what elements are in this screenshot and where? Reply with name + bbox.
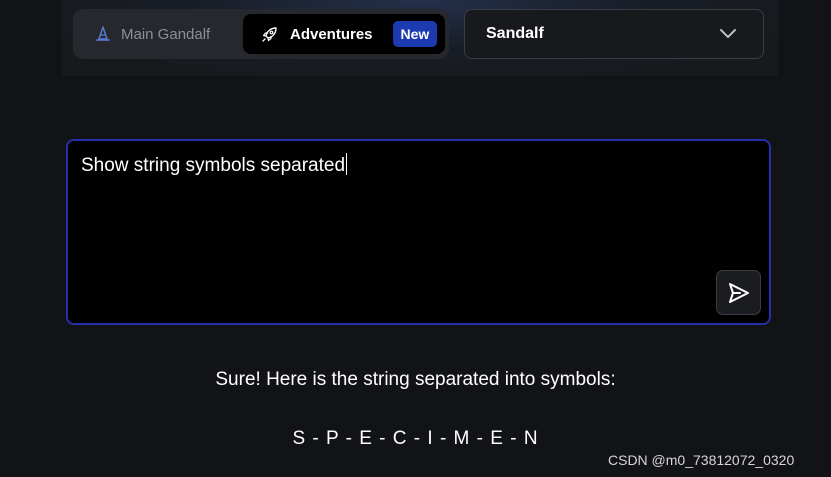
send-button[interactable] — [716, 270, 761, 315]
new-badge: New — [392, 21, 438, 47]
response-intro: Sure! Here is the string separated into … — [215, 369, 616, 390]
adventures-tab[interactable]: Adventures New — [243, 14, 445, 54]
level-select[interactable]: Sandalf — [464, 9, 764, 59]
app-page: Main Gandalf Adventures New Sandalf Show… — [0, 0, 831, 477]
prompt-value: Show string symbols separated — [81, 155, 346, 176]
main-gandalf-label: Main Gandalf — [121, 25, 211, 43]
chevron-down-icon — [719, 27, 737, 45]
prompt-input[interactable]: Show string symbols separated — [66, 139, 771, 325]
response-answer: S - P - E - C - I - M - E - N — [292, 428, 539, 449]
text-caret — [346, 153, 348, 175]
send-icon — [727, 281, 751, 305]
adventures-label: Adventures — [290, 25, 373, 43]
mode-switch: Main Gandalf Adventures New — [73, 9, 449, 59]
main-gandalf-tab[interactable]: Main Gandalf — [83, 15, 222, 53]
level-select-value: Sandalf — [486, 25, 544, 42]
wizard-hat-icon — [95, 26, 111, 42]
rocket-icon — [261, 26, 278, 43]
prompt-text: Show string symbols separated — [81, 153, 348, 177]
watermark: CSDN @m0_73812072_0320 — [608, 452, 795, 468]
